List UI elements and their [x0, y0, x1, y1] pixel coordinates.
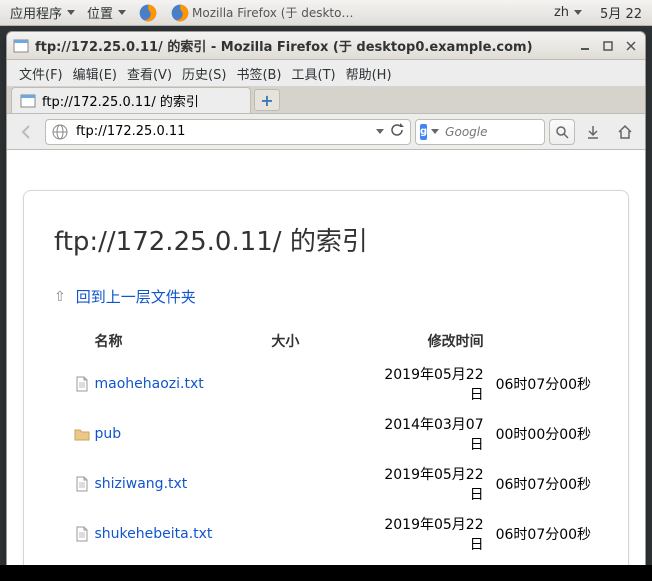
col-size: 大小 [271, 331, 373, 351]
folder-icon [74, 426, 94, 442]
back-arrow-icon [18, 123, 36, 141]
url-input[interactable] [74, 123, 370, 140]
menu-history[interactable]: 历史(S) [178, 62, 230, 85]
file-time: 06时07分00秒 [496, 524, 598, 544]
downloads-button[interactable] [579, 118, 607, 146]
up-arrow-icon: ⇧ [54, 289, 66, 305]
file-time: 06时07分00秒 [496, 474, 598, 494]
file-icon [74, 526, 94, 542]
col-mtime: 修改时间 [374, 331, 496, 351]
file-link[interactable]: shiziwang.txt [94, 476, 187, 492]
file-link[interactable]: maohehaozi.txt [94, 376, 203, 392]
file-date: 2019年05月22日 [374, 464, 496, 504]
ftp-page-icon [20, 93, 36, 109]
file-link[interactable]: pub [94, 426, 121, 442]
tab-label: ftp://172.25.0.11/ 的索引 [42, 91, 199, 110]
desktop-top-bar: 应用程序 位置 Mozilla Firefox (于 deskto… zh 5月… [0, 0, 652, 26]
home-icon [617, 124, 633, 140]
chevron-down-icon [118, 10, 126, 15]
chevron-down-icon [574, 10, 582, 15]
page-content: ftp://172.25.0.11/ 的索引 ⇧ 回到上一层文件夹 名称 大小 … [7, 150, 645, 570]
chevron-down-icon [67, 10, 75, 15]
minimize-button[interactable] [578, 39, 591, 52]
menu-bar: 文件(F) 编辑(E) 查看(V) 历史(S) 书签(B) 工具(T) 帮助(H… [7, 60, 645, 86]
terminal-strip [0, 565, 652, 581]
google-icon: g [420, 124, 427, 140]
file-date: 2019年05月22日 [374, 364, 496, 404]
table-header: 名称 大小 修改时间 [74, 323, 598, 359]
clock[interactable]: 5月 22 [594, 3, 648, 22]
file-date: 2014年03月07日 [374, 414, 496, 454]
menu-view[interactable]: 查看(V) [123, 62, 176, 85]
home-button[interactable] [611, 118, 639, 146]
search-submit-button[interactable] [549, 119, 575, 145]
download-icon [585, 124, 601, 140]
back-button[interactable] [13, 118, 41, 146]
firefox-window: ftp://172.25.0.11/ 的索引 - Mozilla Firefox… [6, 31, 646, 571]
directory-listing-panel: ftp://172.25.0.11/ 的索引 ⇧ 回到上一层文件夹 名称 大小 … [23, 190, 629, 570]
taskbar-firefox-window[interactable]: Mozilla Firefox (于 deskto… [164, 3, 359, 23]
url-history-dropdown[interactable] [376, 129, 384, 134]
directory-table: 名称 大小 修改时间 maohehaozi.txt2019年05月22日06时0… [74, 323, 598, 570]
file-date: 2019年05月22日 [374, 514, 496, 554]
firefox-icon [170, 3, 190, 23]
ftp-page-icon [13, 38, 29, 54]
menu-edit[interactable]: 编辑(E) [69, 62, 121, 85]
reload-icon [390, 123, 404, 137]
file-time: 06时07分00秒 [496, 374, 598, 394]
tab-strip: ftp://172.25.0.11/ 的索引 + [7, 86, 645, 114]
table-row: maohehaozi.txt 2019年05月22日06时07分00秒 [74, 359, 598, 409]
places-menu[interactable]: 位置 [81, 3, 132, 22]
search-bar[interactable]: g [415, 119, 545, 145]
window-title: ftp://172.25.0.11/ 的索引 - Mozilla Firefox… [35, 36, 639, 55]
firefox-icon [138, 3, 158, 23]
new-tab-button[interactable]: + [254, 89, 280, 111]
menu-tools[interactable]: 工具(T) [288, 62, 340, 85]
menu-help[interactable]: 帮助(H) [342, 62, 396, 85]
up-directory-link[interactable]: 回到上一层文件夹 [76, 286, 196, 307]
col-name: 名称 [94, 331, 271, 351]
applications-menu[interactable]: 应用程序 [4, 3, 81, 22]
menu-file[interactable]: 文件(F) [15, 62, 67, 85]
table-row: pub 2014年03月07日00时00分00秒 [74, 409, 598, 459]
navigation-toolbar: g [7, 114, 645, 150]
menu-bookmarks[interactable]: 书签(B) [232, 62, 285, 85]
search-engine-dropdown[interactable] [431, 129, 439, 134]
reload-button[interactable] [390, 123, 404, 141]
globe-icon [52, 124, 68, 140]
maximize-button[interactable] [601, 39, 614, 52]
url-bar[interactable] [45, 119, 411, 145]
close-button[interactable] [624, 39, 637, 52]
tab-active[interactable]: ftp://172.25.0.11/ 的索引 [11, 87, 251, 113]
file-time: 00时00分00秒 [496, 424, 598, 444]
file-icon [74, 476, 94, 492]
window-titlebar[interactable]: ftp://172.25.0.11/ 的索引 - Mozilla Firefox… [7, 32, 645, 60]
file-icon [74, 376, 94, 392]
file-link[interactable]: shukehebeita.txt [94, 526, 212, 542]
table-row: shukehebeita.txt 2019年05月22日06时07分00秒 [74, 509, 598, 559]
table-row: shiziwang.txt 2019年05月22日06时07分00秒 [74, 459, 598, 509]
page-heading: ftp://172.25.0.11/ 的索引 [54, 221, 598, 258]
magnifier-icon [555, 125, 569, 139]
input-method-indicator[interactable]: zh [548, 5, 588, 20]
firefox-launcher[interactable] [132, 3, 164, 23]
